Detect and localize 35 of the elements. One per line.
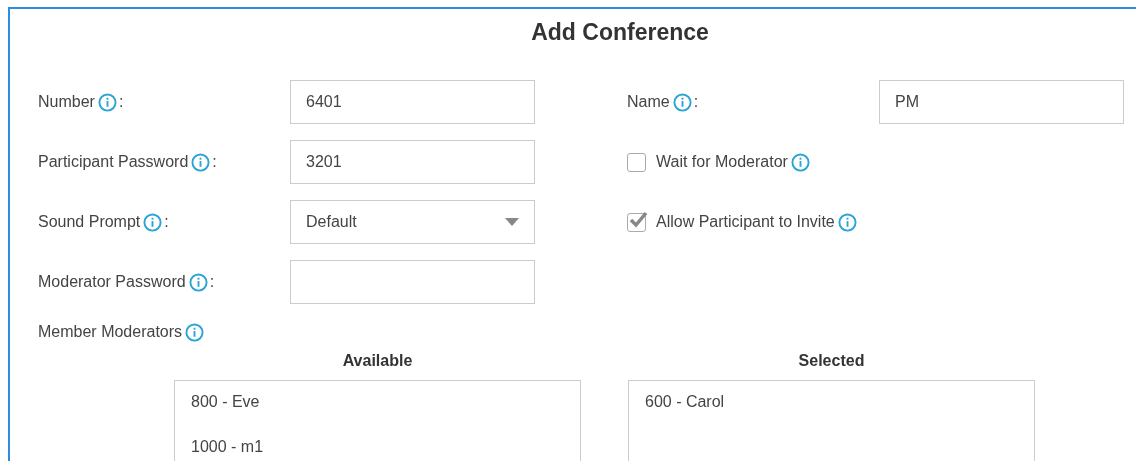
dropdown[interactable]: Default (290, 200, 535, 244)
list-item[interactable]: 800 - Eve (191, 393, 580, 412)
dialog-title: Add Conference (530, 18, 710, 47)
list-item[interactable]: 600 - Carol (645, 393, 1034, 412)
info-icon[interactable] (97, 92, 117, 112)
colon-mark: : (693, 93, 699, 111)
checkbox-label: Wait for Moderator (656, 153, 788, 171)
info-icon[interactable] (143, 212, 163, 232)
colon-mark: : (209, 273, 215, 291)
text-field[interactable]: PM (879, 80, 1124, 124)
field-label: Member Moderators (38, 323, 183, 341)
colon-mark: : (212, 153, 217, 171)
info-icon[interactable] (188, 272, 208, 292)
caret-icon (505, 218, 519, 226)
checkbox-label: Allow Participant to Invite (656, 213, 835, 231)
checkbox[interactable] (627, 152, 646, 172)
colon-mark: : (118, 93, 124, 111)
field-label: Moderator Password (38, 273, 186, 291)
text-field[interactable] (290, 260, 535, 304)
info-icon[interactable] (837, 212, 857, 232)
list-item[interactable]: 1000 - m1 (191, 438, 580, 457)
info-icon[interactable] (672, 92, 692, 112)
field-label: Number (38, 93, 95, 111)
colon-mark: : (164, 213, 169, 231)
checkbox[interactable] (627, 212, 646, 232)
text-field[interactable]: 3201 (290, 140, 535, 184)
info-icon[interactable] (185, 322, 205, 342)
field-label: Name (627, 93, 670, 111)
field-label: Participant Password (38, 153, 189, 171)
field-label: Sound Prompt (38, 213, 141, 231)
text-field[interactable]: 6401 (290, 80, 535, 124)
list-heading: Selected (798, 351, 865, 371)
info-icon[interactable] (790, 152, 810, 172)
info-icon[interactable] (191, 152, 211, 172)
list-heading: Available (342, 351, 413, 371)
